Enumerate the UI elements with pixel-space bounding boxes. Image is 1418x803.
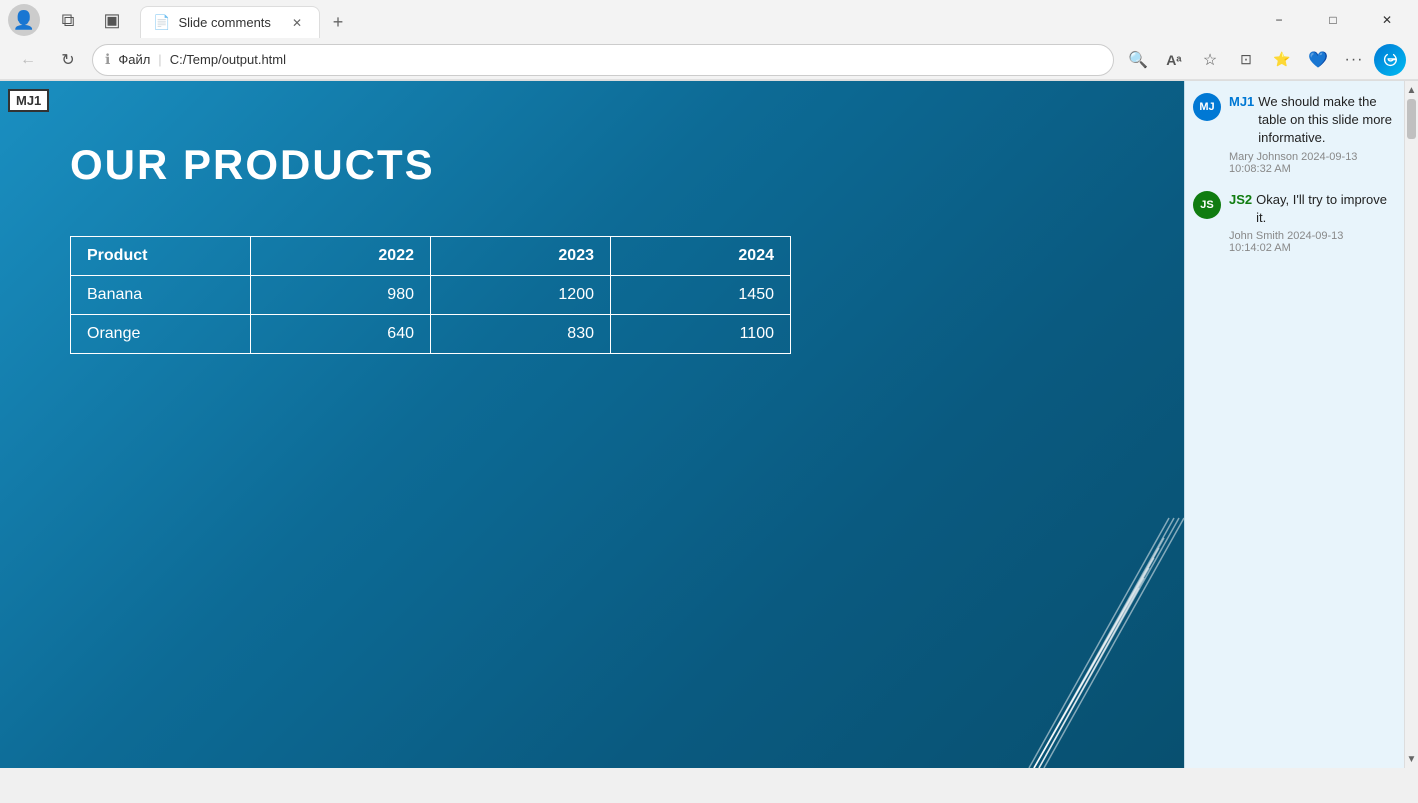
- reader-mode-button[interactable]: Aᵃ: [1158, 44, 1190, 76]
- product-name-orange: Orange: [71, 315, 251, 354]
- nav-tools: 🔍 Aᵃ ☆ ⊡ ⭐ 💙 ···: [1122, 44, 1406, 76]
- edge-icon: [1374, 44, 1406, 76]
- banana-2022: 980: [251, 276, 431, 315]
- slide-area: MJ1 OUR PRODUCTS Product 2022 2023 2024 …: [0, 81, 1184, 768]
- file-label: Файл: [118, 52, 150, 67]
- tab-icon: 📄: [153, 14, 170, 31]
- orange-2023: 830: [431, 315, 611, 354]
- active-tab[interactable]: 📄 Slide comments ✕: [140, 6, 320, 38]
- banana-2023: 1200: [431, 276, 611, 315]
- mj1-marker: MJ1: [8, 89, 49, 112]
- info-icon: ℹ: [105, 51, 110, 68]
- table-row: Banana 980 1200 1450: [71, 276, 791, 315]
- comment-body-mj1: MJ1 We should make the table on this sli…: [1229, 93, 1396, 175]
- split-screen-button[interactable]: ⊡: [1230, 44, 1262, 76]
- orange-2024: 1100: [611, 315, 791, 354]
- scroll-track[interactable]: [1405, 99, 1418, 750]
- content-area: MJ1 OUR PRODUCTS Product 2022 2023 2024 …: [0, 81, 1418, 768]
- collections-icon[interactable]: ⧉: [52, 4, 84, 36]
- title-bar: 👤 ⧉ ▣ 📄 Slide comments ✕ + − □ ✕: [0, 0, 1418, 40]
- comment-meta-mj1: Mary Johnson 2024-09-13 10:08:32 AM: [1229, 151, 1396, 175]
- table-header-2023: 2023: [431, 237, 611, 276]
- sidebar-toggle-icon[interactable]: ▣: [96, 4, 128, 36]
- comment-id-js2: JS2: [1229, 192, 1252, 207]
- product-name-banana: Banana: [71, 276, 251, 315]
- minimize-button[interactable]: −: [1256, 4, 1302, 36]
- collections-button[interactable]: ⭐: [1266, 44, 1298, 76]
- address-bar[interactable]: ℹ Файл | C:/Temp/output.html: [92, 44, 1114, 76]
- table-header-2022: 2022: [251, 237, 431, 276]
- product-table: Product 2022 2023 2024 Banana 980 1200 1…: [70, 236, 791, 354]
- table-header-2024: 2024: [611, 237, 791, 276]
- browser-chrome: 👤 ⧉ ▣ 📄 Slide comments ✕ + − □ ✕ ← ↻ ℹ Ф…: [0, 0, 1418, 81]
- separator: |: [158, 52, 161, 67]
- comment-text-mj1: We should make the table on this slide m…: [1258, 93, 1396, 148]
- comment-entry-mj1: MJ MJ1 We should make the table on this …: [1193, 93, 1396, 175]
- scroll-thumb[interactable]: [1407, 99, 1416, 139]
- url-text: C:/Temp/output.html: [170, 52, 286, 67]
- back-button[interactable]: ←: [12, 44, 44, 76]
- comment-meta-js2: John Smith 2024-09-13 10:14:02 AM: [1229, 230, 1396, 254]
- tab-label: Slide comments: [178, 15, 279, 30]
- nav-bar: ← ↻ ℹ Файл | C:/Temp/output.html 🔍 Aᵃ ☆ …: [0, 40, 1418, 80]
- more-button[interactable]: ···: [1338, 44, 1370, 76]
- product-table-container: Product 2022 2023 2024 Banana 980 1200 1…: [70, 236, 791, 354]
- orange-2022: 640: [251, 315, 431, 354]
- favorites-button[interactable]: ☆: [1194, 44, 1226, 76]
- health-icon[interactable]: 💙: [1302, 44, 1334, 76]
- decorative-lines: [984, 418, 1184, 768]
- search-button[interactable]: 🔍: [1122, 44, 1154, 76]
- avatar-js2: JS: [1193, 191, 1221, 219]
- new-tab-button[interactable]: +: [322, 6, 354, 38]
- comment-body-js2: JS2 Okay, I'll try to improve it. John S…: [1229, 191, 1396, 254]
- comment-entry-js2: JS JS2 Okay, I'll try to improve it. Joh…: [1193, 191, 1396, 254]
- comment-id-mj1: MJ1: [1229, 94, 1254, 109]
- close-button[interactable]: ✕: [1364, 4, 1410, 36]
- maximize-button[interactable]: □: [1310, 4, 1356, 36]
- scroll-up-button[interactable]: ▲: [1405, 81, 1418, 99]
- table-header-row: Product 2022 2023 2024: [71, 237, 791, 276]
- avatar-mj1: MJ: [1193, 93, 1221, 121]
- banana-2024: 1450: [611, 276, 791, 315]
- comment-text-js2: Okay, I'll try to improve it.: [1256, 191, 1396, 227]
- tab-close-button[interactable]: ✕: [287, 13, 307, 33]
- slide-title: OUR PRODUCTS: [70, 141, 435, 189]
- table-row: Orange 640 830 1100: [71, 315, 791, 354]
- comments-panel: MJ MJ1 We should make the table on this …: [1184, 81, 1404, 768]
- tab-bar: 📄 Slide comments ✕ +: [140, 2, 1244, 38]
- refresh-button[interactable]: ↻: [52, 44, 84, 76]
- scroll-down-button[interactable]: ▼: [1405, 750, 1418, 768]
- scrollbar[interactable]: ▲ ▼: [1404, 81, 1418, 768]
- window-controls: − □ ✕: [1256, 4, 1410, 36]
- profile-icon[interactable]: 👤: [8, 4, 40, 36]
- table-header-product: Product: [71, 237, 251, 276]
